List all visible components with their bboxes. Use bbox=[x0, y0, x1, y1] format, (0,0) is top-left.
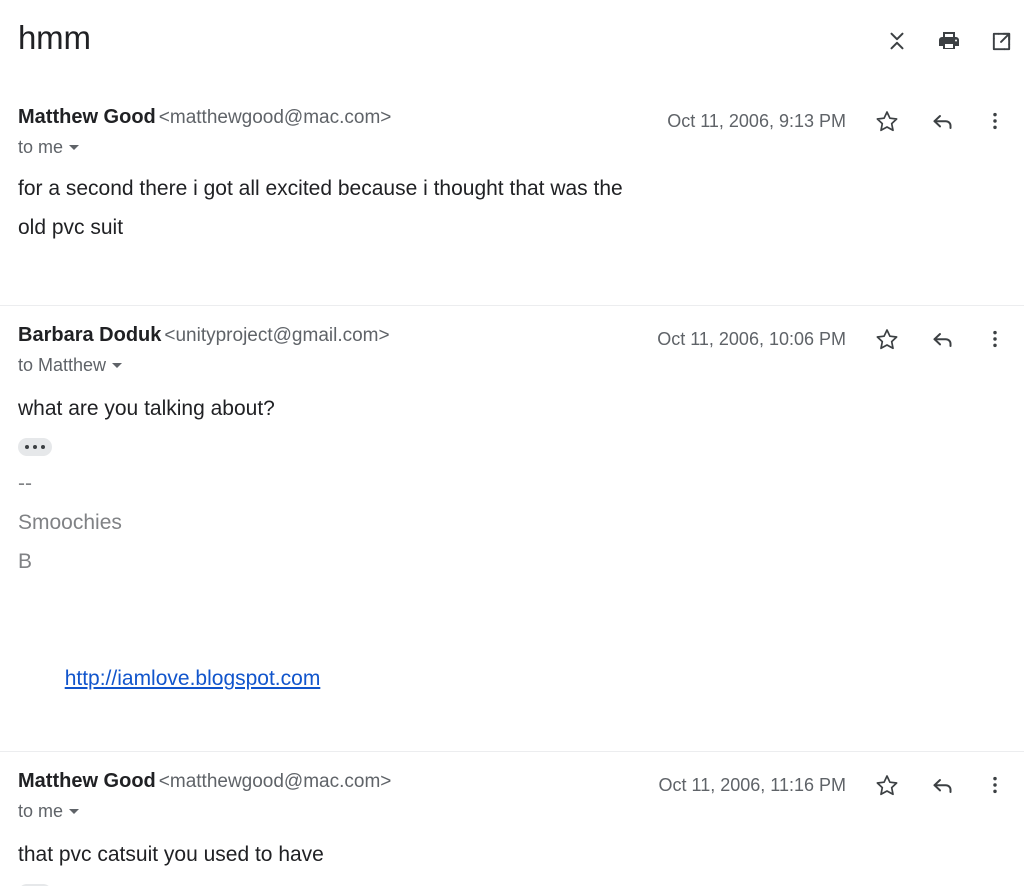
message-header: Barbara Doduk <unityproject@gmail.com> to… bbox=[18, 306, 1006, 377]
open-in-new-window-icon[interactable] bbox=[986, 26, 1016, 56]
reply-icon[interactable] bbox=[928, 770, 958, 800]
more-options-icon[interactable] bbox=[984, 770, 1006, 800]
recipient-line[interactable]: to me bbox=[18, 799, 1006, 823]
message-header: Matthew Good <matthewgood@mac.com> to me … bbox=[18, 752, 1006, 823]
chevron-down-icon[interactable] bbox=[112, 362, 123, 368]
recipient-label: to Matthew bbox=[18, 355, 107, 375]
star-icon[interactable] bbox=[872, 770, 902, 800]
body-link-line: http://iamlove.blogspot.com bbox=[18, 620, 1006, 737]
chevron-down-icon[interactable] bbox=[69, 144, 80, 150]
signature-line: B bbox=[18, 550, 33, 573]
message-actions bbox=[872, 106, 1006, 136]
message-date: Oct 11, 2006, 11:16 PM bbox=[658, 775, 846, 795]
trimmed-content-row bbox=[18, 874, 1006, 886]
message-body: that pvc catsuit you used to have bbox=[18, 823, 1006, 886]
sender-email: <matthewgood@mac.com> bbox=[158, 107, 392, 128]
message-body: for a second there i got all excited bec… bbox=[18, 159, 1006, 247]
recipient-label: to me bbox=[18, 801, 64, 821]
body-text-line: old pvc suit bbox=[18, 216, 124, 239]
star-icon[interactable] bbox=[872, 324, 902, 354]
dot-icon bbox=[25, 445, 29, 450]
collapse-all-icon[interactable] bbox=[882, 26, 912, 56]
sender-name: Barbara Doduk bbox=[18, 324, 162, 346]
dot-icon bbox=[41, 445, 45, 450]
recipient-line[interactable]: to Matthew bbox=[18, 353, 1006, 377]
email-thread-view: hmm Matthew Good <matthewgood@mac.com> t… bbox=[0, 0, 1024, 886]
sender-email: <matthewgood@mac.com> bbox=[158, 771, 392, 792]
dot-icon bbox=[33, 445, 37, 450]
message-item[interactable]: Matthew Good <matthewgood@mac.com> to me … bbox=[0, 88, 1024, 305]
message-meta: Oct 11, 2006, 11:16 PM bbox=[659, 770, 1006, 800]
trimmed-content-row bbox=[18, 428, 1006, 464]
recipient-label: to me bbox=[18, 137, 64, 157]
message-date: Oct 11, 2006, 10:06 PM bbox=[657, 329, 846, 349]
print-icon[interactable] bbox=[934, 26, 964, 56]
thread-subject-title: hmm bbox=[18, 19, 91, 56]
chevron-down-icon[interactable] bbox=[69, 808, 80, 814]
signature-line: Smoochies bbox=[18, 511, 122, 534]
sender-name: Matthew Good bbox=[18, 770, 156, 792]
signature-separator: -- bbox=[18, 472, 32, 495]
show-trimmed-content-button[interactable] bbox=[18, 438, 52, 457]
message-header: Matthew Good <matthewgood@mac.com> to me … bbox=[18, 88, 1006, 159]
body-text-line: what are you talking about? bbox=[18, 397, 275, 420]
body-blank-line bbox=[18, 581, 1006, 620]
thread-header-actions bbox=[882, 26, 1016, 56]
message-item[interactable]: Barbara Doduk <unityproject@gmail.com> to… bbox=[0, 306, 1024, 751]
body-text-line: that pvc catsuit you used to have bbox=[18, 843, 324, 866]
more-options-icon[interactable] bbox=[984, 106, 1006, 136]
thread-header: hmm bbox=[0, 0, 1024, 88]
message-date: Oct 11, 2006, 9:13 PM bbox=[667, 111, 846, 131]
sender-email: <unityproject@gmail.com> bbox=[164, 325, 390, 346]
recipient-line[interactable]: to me bbox=[18, 135, 1006, 159]
reply-icon[interactable] bbox=[928, 106, 958, 136]
blog-link[interactable]: http://iamlove.blogspot.com bbox=[65, 667, 321, 690]
body-text-line: for a second there i got all excited bec… bbox=[18, 177, 623, 200]
more-options-icon[interactable] bbox=[984, 324, 1006, 354]
message-meta: Oct 11, 2006, 9:13 PM bbox=[667, 106, 1006, 136]
star-icon[interactable] bbox=[872, 106, 902, 136]
message-body: what are you talking about? -- Smoochies… bbox=[18, 377, 1006, 737]
message-meta: Oct 11, 2006, 10:06 PM bbox=[657, 324, 1006, 354]
sender-name: Matthew Good bbox=[18, 106, 156, 128]
message-actions bbox=[872, 770, 1006, 800]
reply-icon[interactable] bbox=[928, 324, 958, 354]
message-actions bbox=[872, 324, 1006, 354]
message-item[interactable]: Matthew Good <matthewgood@mac.com> to me … bbox=[0, 752, 1024, 886]
